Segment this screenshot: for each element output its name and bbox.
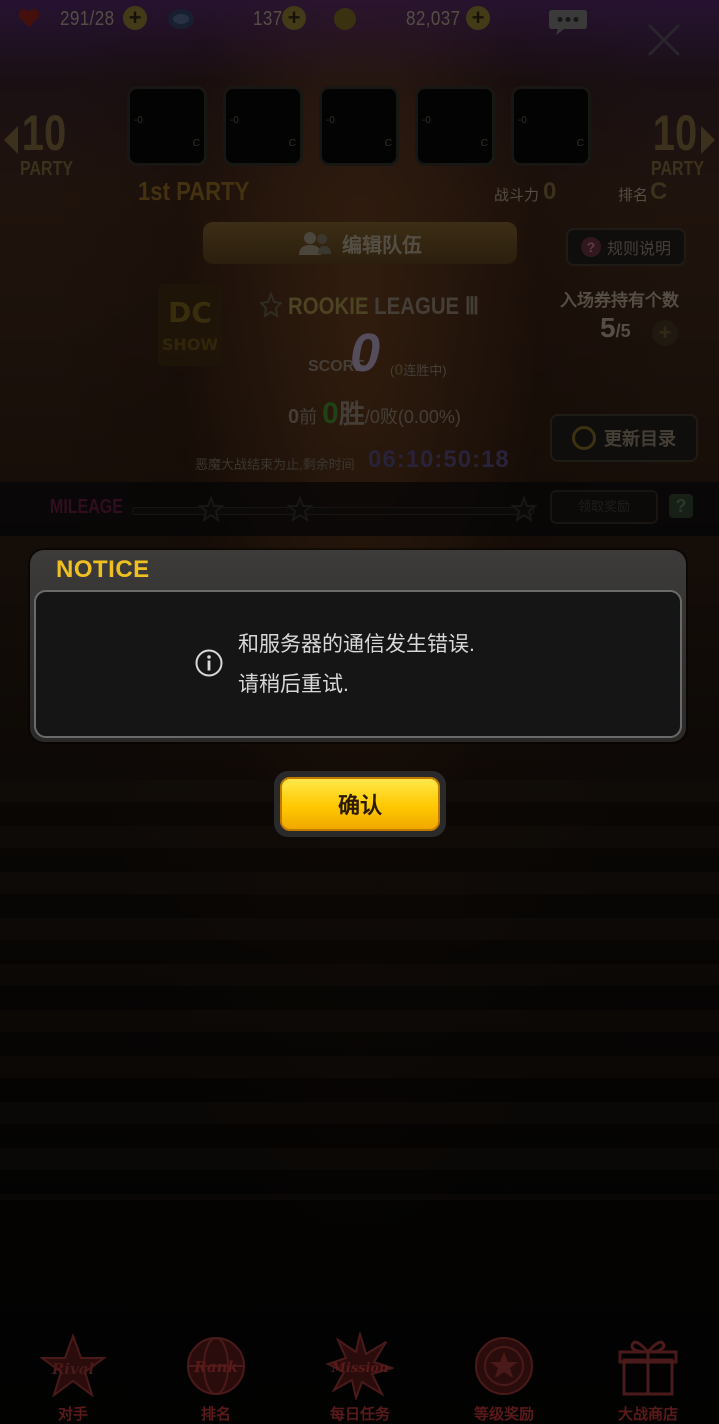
notice-message-line-1: 和服务器的通信发生错误. [238,633,475,656]
nav-label-shop: 大战商店 [617,1406,678,1423]
nav-label-rank: 排名 [200,1406,231,1423]
nav-label-level-reward: 等级奖励 [473,1406,534,1423]
nav-item-rival[interactable]: Rival 对手 [8,1324,138,1424]
bottom-navigation: Rival 对手 Rank 排名 Mission 每日任务 等级奖励 大战商店 [0,1324,719,1424]
nav-label-mission: 每日任务 [329,1406,390,1423]
nav-item-shop[interactable]: 大战商店 [583,1324,713,1424]
confirm-button[interactable]: 确认 [274,771,446,837]
svg-text:Rival: Rival [51,1360,95,1378]
notice-dialog: NOTICE 和服务器的通信发生错误. 请稍后重试. [30,550,686,742]
confirm-label: 确认 [337,793,382,818]
notice-message-line-2: 请稍后重试. [238,673,349,696]
nav-label-rival: 对手 [57,1406,88,1423]
gift-icon [618,1340,678,1396]
nav-item-level-reward[interactable]: 等级奖励 [439,1324,569,1424]
notice-body: 和服务器的通信发生错误. 请稍后重试. [34,590,682,738]
nav-item-mission[interactable]: Mission 每日任务 [295,1324,425,1424]
confirm-button-face[interactable]: 确认 [280,777,440,831]
info-icon [195,649,223,677]
svg-text:Rank: Rank [193,1358,238,1376]
mission-icon: Mission [326,1332,394,1400]
svg-text:Mission: Mission [330,1361,388,1376]
rank-globe-icon: Rank [187,1337,245,1395]
level-reward-icon [475,1337,533,1395]
rival-icon: Rival [39,1333,107,1398]
notice-title: NOTICE [56,556,150,583]
nav-item-rank[interactable]: Rank 排名 [151,1324,281,1424]
